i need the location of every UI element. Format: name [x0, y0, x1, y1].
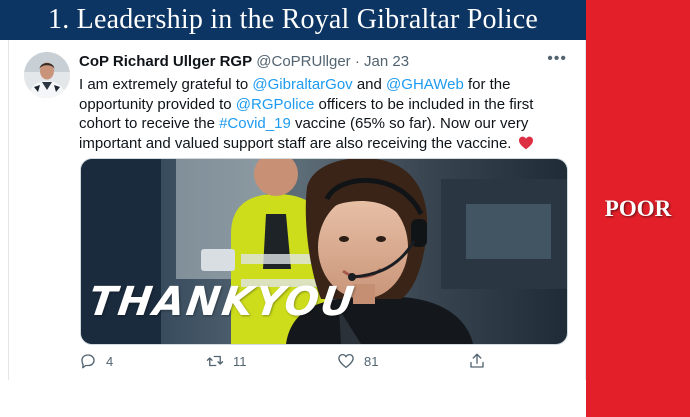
tweet-header: CoP Richard Ullger RGP @CoPRUllger · Jan… — [79, 53, 409, 70]
retweet-icon — [206, 355, 224, 367]
like-icon — [338, 353, 354, 369]
reply-count: 4 — [106, 353, 114, 369]
slide-title: 1. Leadership in the Royal Gibraltar Pol… — [48, 4, 538, 35]
tweet-media-image[interactable]: THANKYOU — [80, 158, 568, 345]
tweet-text: I am extremely grateful to @GibraltarGov… — [79, 75, 567, 153]
retweet-count: 11 — [233, 353, 247, 369]
rating-panel: POOR — [586, 0, 690, 417]
avatar-photo — [24, 52, 70, 98]
mention-ghaweb[interactable]: @GHAWeb — [386, 76, 464, 93]
like-count: 81 — [364, 353, 379, 369]
author-handle[interactable]: @CoPRUllger — [256, 53, 350, 70]
tweet-text-part: I am extremely grateful to — [79, 76, 253, 93]
share-icon — [470, 353, 484, 368]
slide-title-bar: 1. Leadership in the Royal Gibraltar Pol… — [0, 0, 586, 40]
reply-icon — [81, 354, 95, 369]
retweet-button[interactable]: 11 — [206, 352, 247, 370]
media-overlay-text: THANKYOU — [85, 279, 359, 325]
tweet-actions-bar: 4 11 81 — [79, 352, 499, 374]
mention-rgpolice[interactable]: @RGPolice — [236, 96, 315, 113]
rating-label: POOR — [604, 195, 672, 221]
tweet-text-part: and — [352, 76, 387, 93]
more-dots-icon[interactable]: ••• — [547, 50, 567, 68]
share-button[interactable] — [468, 352, 486, 370]
avatar[interactable] — [24, 52, 70, 98]
mention-gibraltargov[interactable]: @GibraltarGov — [252, 76, 352, 93]
author-name[interactable]: CoP Richard Ullger RGP — [79, 53, 252, 70]
tweet-card[interactable]: CoP Richard Ullger RGP @CoPRUllger · Jan… — [8, 40, 586, 380]
hashtag-covid[interactable]: #Covid_19 — [219, 115, 291, 132]
red-heart-icon — [518, 136, 533, 150]
like-button[interactable]: 81 — [337, 352, 378, 370]
tweet-date[interactable]: Jan 23 — [364, 53, 409, 70]
header-separator: · — [354, 53, 360, 70]
reply-button[interactable]: 4 — [79, 352, 113, 370]
